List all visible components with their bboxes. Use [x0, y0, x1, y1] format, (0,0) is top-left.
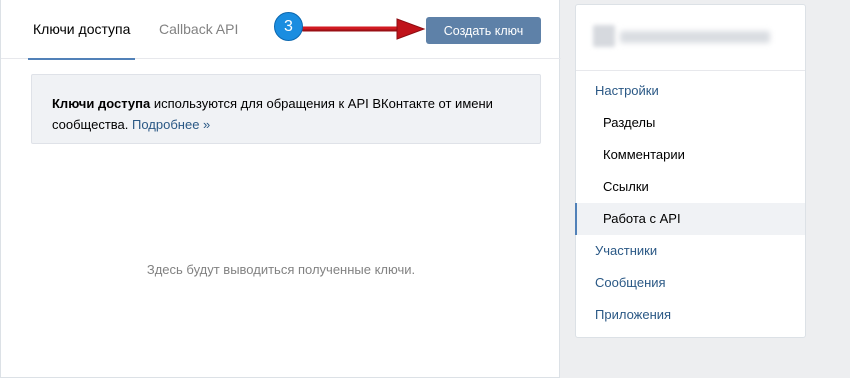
red-arrow-annotation [301, 18, 426, 40]
community-name-blurred [620, 31, 770, 43]
community-avatar [593, 25, 615, 47]
sidebar-item-api[interactable]: Работа с API [575, 203, 805, 235]
sidebar-item-apps[interactable]: Приложения [576, 299, 805, 331]
step-number-badge: 3 [274, 12, 303, 41]
sidebar-item-links[interactable]: Ссылки [576, 171, 805, 203]
tab-callback-api[interactable]: Callback API [157, 0, 240, 59]
empty-state-text: Здесь будут выводиться полученные ключи. [146, 262, 416, 277]
sidebar-item-members[interactable]: Участники [576, 235, 805, 267]
info-notice: Ключи доступа используются для обращения… [31, 74, 541, 144]
create-key-button[interactable]: Создать ключ [426, 17, 541, 44]
settings-sidebar: Настройки Разделы Комментарии Ссылки Раб… [575, 4, 806, 338]
info-bold-term: Ключи доступа [52, 96, 151, 111]
learn-more-link[interactable]: Подробнее » [132, 117, 210, 132]
sidebar-item-messages[interactable]: Сообщения [576, 267, 805, 299]
main-panel: Ключи доступа Callback API Создать ключ … [0, 0, 561, 378]
tab-access-keys[interactable]: Ключи доступа [27, 0, 136, 60]
sidebar-item-settings[interactable]: Настройки [576, 75, 805, 107]
community-header [576, 5, 805, 71]
sidebar-item-sections[interactable]: Разделы [576, 107, 805, 139]
sidebar-item-comments[interactable]: Комментарии [576, 139, 805, 171]
